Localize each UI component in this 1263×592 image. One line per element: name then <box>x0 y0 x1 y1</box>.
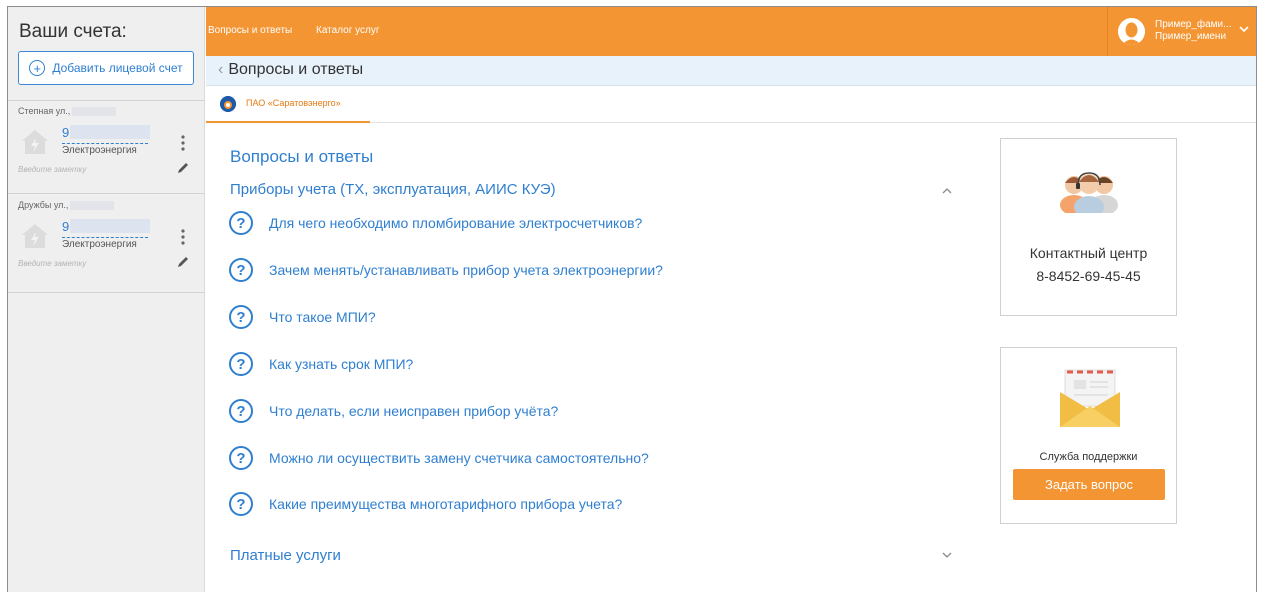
avatar <box>1118 18 1145 45</box>
company-tabs: ПАО «Саратовэнерго» <box>206 87 1256 123</box>
faq-question-text: Какие преимущества многотарифного прибор… <box>269 496 623 512</box>
account-address: Степная ул., <box>18 106 117 116</box>
chevron-down-icon <box>942 552 952 558</box>
company-logo-icon <box>220 96 236 112</box>
user-full-name: Пример_фами... Пример_имени <box>1155 19 1231 43</box>
more-vertical-icon[interactable] <box>181 229 185 245</box>
account-address: Дружбы ул., <box>18 200 115 210</box>
support-title: Служба поддержки <box>1039 451 1138 463</box>
account-number-underline <box>62 143 148 144</box>
envelope-icon <box>1060 369 1120 427</box>
contact-center-card: Контактный центр 8-8452-69-45-45 <box>1000 138 1177 316</box>
faq-question-text: Что делать, если неисправен прибор учёта… <box>269 403 559 419</box>
faq-section-title: Приборы учета (ТХ, эксплуатация, АИИС КУ… <box>230 181 556 198</box>
company-name: ПАО «Саратовэнерго» <box>246 98 341 108</box>
question-icon: ? <box>229 492 253 516</box>
add-account-label: Добавить лицевой счет <box>52 61 183 75</box>
faq-question-text: Что такое МПИ? <box>269 309 376 325</box>
faq-section-header[interactable]: Платные услуги <box>230 547 952 564</box>
question-icon: ? <box>229 352 253 376</box>
tab-company[interactable]: ПАО «Саратовэнерго» <box>206 87 370 123</box>
plus-icon: + <box>29 60 46 76</box>
chevron-down-icon <box>1239 26 1249 33</box>
account-note[interactable]: Введите заметку <box>18 165 86 174</box>
user-first-name: Пример_имени <box>1155 31 1227 42</box>
faq-question[interactable]: ? Что делать, если неисправен прибор учё… <box>229 397 558 425</box>
user-surname: Пример_фами... <box>1155 19 1232 30</box>
sidebar-divider <box>8 193 204 194</box>
question-icon: ? <box>229 258 253 282</box>
faq-question[interactable]: ? Как узнать срок МПИ? <box>229 350 413 378</box>
pencil-icon[interactable] <box>176 255 190 269</box>
breadcrumb: ‹ Вопросы и ответы <box>206 56 1256 86</box>
faq-question-text: Зачем менять/устанавливать прибор учета … <box>269 262 663 278</box>
account-note[interactable]: Введите заметку <box>18 259 86 268</box>
faq-question[interactable]: ? Какие преимущества многотарифного приб… <box>229 490 622 518</box>
account-number[interactable]: 9 <box>62 219 151 234</box>
top-navigation-bar: Вопросы и ответы Каталог услуг Пример_фа… <box>206 7 1256 56</box>
faq-question-text: Как узнать срок МПИ? <box>269 356 414 372</box>
operators-icon <box>1060 172 1118 213</box>
user-avatar-icon <box>1118 18 1145 45</box>
chevron-up-icon <box>942 188 952 194</box>
ask-question-button[interactable]: Задать вопрос <box>1013 469 1165 500</box>
faq-question[interactable]: ? Для чего необходимо пломбирование элек… <box>229 209 642 237</box>
question-icon: ? <box>229 399 253 423</box>
add-account-button[interactable]: + Добавить лицевой счет <box>18 51 194 85</box>
app-window: Ваши счета: + Добавить лицевой счет Степ… <box>7 6 1257 592</box>
nav-link-faq[interactable]: Вопросы и ответы <box>208 25 292 36</box>
faq-question-text: Можно ли осуществить замену счетчика сам… <box>269 450 649 466</box>
sidebar-title: Ваши счета: <box>19 21 127 42</box>
nav-link-services-catalog[interactable]: Каталог услуг <box>316 25 380 36</box>
faq-section-header[interactable]: Приборы учета (ТХ, эксплуатация, АИИС КУ… <box>230 181 952 198</box>
faq-question-text: Для чего необходимо пломбирование электр… <box>269 215 643 231</box>
faq-question[interactable]: ? Что такое МПИ? <box>229 303 376 331</box>
faq-section-title: Платные услуги <box>230 547 341 564</box>
contact-center-title: Контактный центр <box>1029 245 1148 261</box>
chevron-left-icon: ‹ <box>218 61 224 78</box>
user-menu[interactable]: Пример_фами... Пример_имени <box>1107 7 1256 56</box>
page-title: Вопросы и ответы <box>230 147 374 166</box>
question-icon: ? <box>229 305 253 329</box>
pencil-icon[interactable] <box>176 161 190 175</box>
faq-question[interactable]: ? Можно ли осуществить замену счетчика с… <box>229 444 649 472</box>
account-item[interactable]: Степная ул., 9 Электроэнергия Введите за… <box>8 101 204 191</box>
question-icon: ? <box>229 446 253 470</box>
account-service-type: Электроэнергия <box>62 239 137 250</box>
account-number-underline <box>62 237 148 238</box>
question-icon: ? <box>229 211 253 235</box>
account-service-type: Электроэнергия <box>62 145 137 156</box>
account-item[interactable]: Дружбы ул., 9 Электроэнергия Введите зам… <box>8 195 204 285</box>
faq-question[interactable]: ? Зачем менять/устанавливать прибор учет… <box>229 256 663 284</box>
support-card: Служба поддержки Задать вопрос <box>1000 347 1177 524</box>
accounts-sidebar: Ваши счета: + Добавить лицевой счет Степ… <box>8 7 205 592</box>
back-link[interactable]: ‹ Вопросы и ответы <box>218 61 363 79</box>
contact-center-phone: 8-8452-69-45-45 <box>1036 268 1141 284</box>
breadcrumb-title: Вопросы и ответы <box>228 61 364 78</box>
more-vertical-icon[interactable] <box>181 135 185 151</box>
sidebar-divider <box>8 292 204 293</box>
house-icon <box>22 130 48 154</box>
account-number[interactable]: 9 <box>62 125 151 140</box>
house-icon <box>22 224 48 248</box>
